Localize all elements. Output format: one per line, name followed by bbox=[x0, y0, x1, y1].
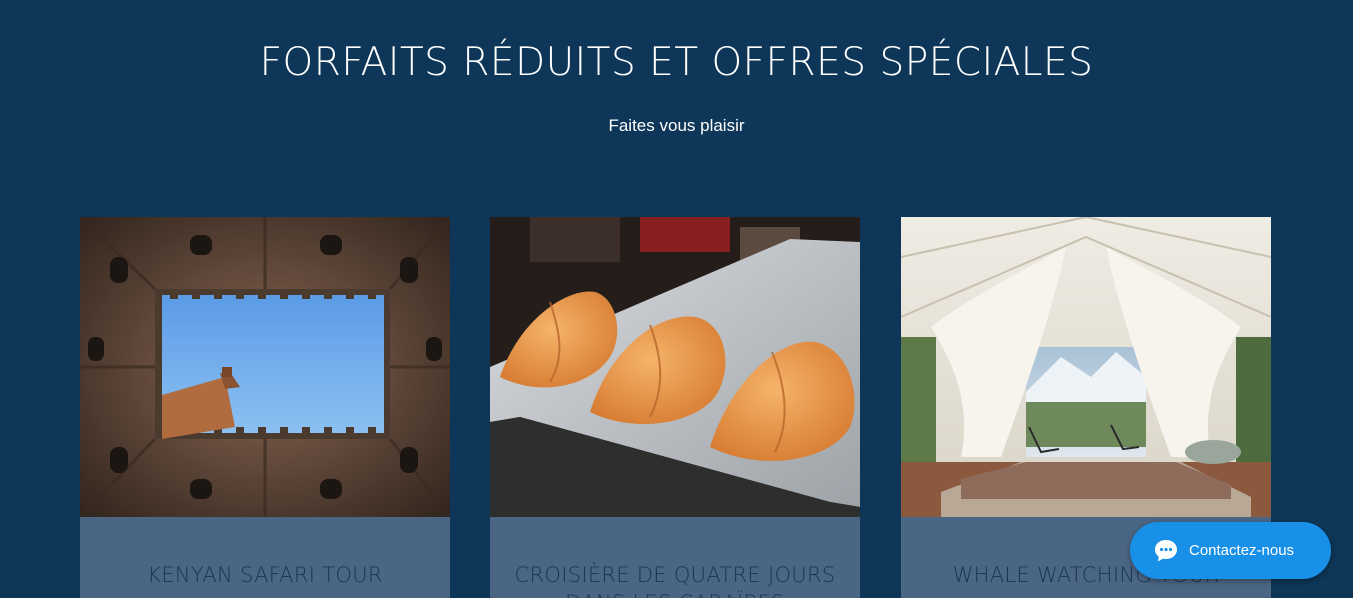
section-title: FORFAITS RÉDUITS ET OFFRES SPÉCIALES bbox=[259, 40, 1094, 85]
offer-card-body: CROISIÈRE DE QUATRE JOURS DANS LES CARAÏ… bbox=[490, 517, 860, 600]
contact-chat-label: Contactez-nous bbox=[1189, 542, 1295, 559]
offer-card-body: KENYAN SAFARI TOUR bbox=[80, 517, 450, 600]
offer-card-title[interactable]: KENYAN SAFARI TOUR bbox=[80, 517, 450, 589]
fortune-cookies-image[interactable] bbox=[490, 217, 860, 517]
courtyard-tower-image[interactable] bbox=[80, 217, 450, 517]
glamping-tent-image[interactable] bbox=[901, 217, 1271, 517]
section-subtitle: Faites vous plaisir bbox=[608, 116, 745, 135]
offer-card-caribbean-cruise[interactable]: CROISIÈRE DE QUATRE JOURS DANS LES CARAÏ… bbox=[490, 217, 860, 600]
offer-card-kenyan-safari[interactable]: KENYAN SAFARI TOUR bbox=[80, 217, 450, 600]
offer-card-title[interactable]: CROISIÈRE DE QUATRE JOURS DANS LES CARAÏ… bbox=[490, 517, 860, 600]
contact-chat-button[interactable]: Contactez-nous bbox=[1130, 522, 1331, 579]
chat-bubble-icon bbox=[1155, 539, 1177, 561]
